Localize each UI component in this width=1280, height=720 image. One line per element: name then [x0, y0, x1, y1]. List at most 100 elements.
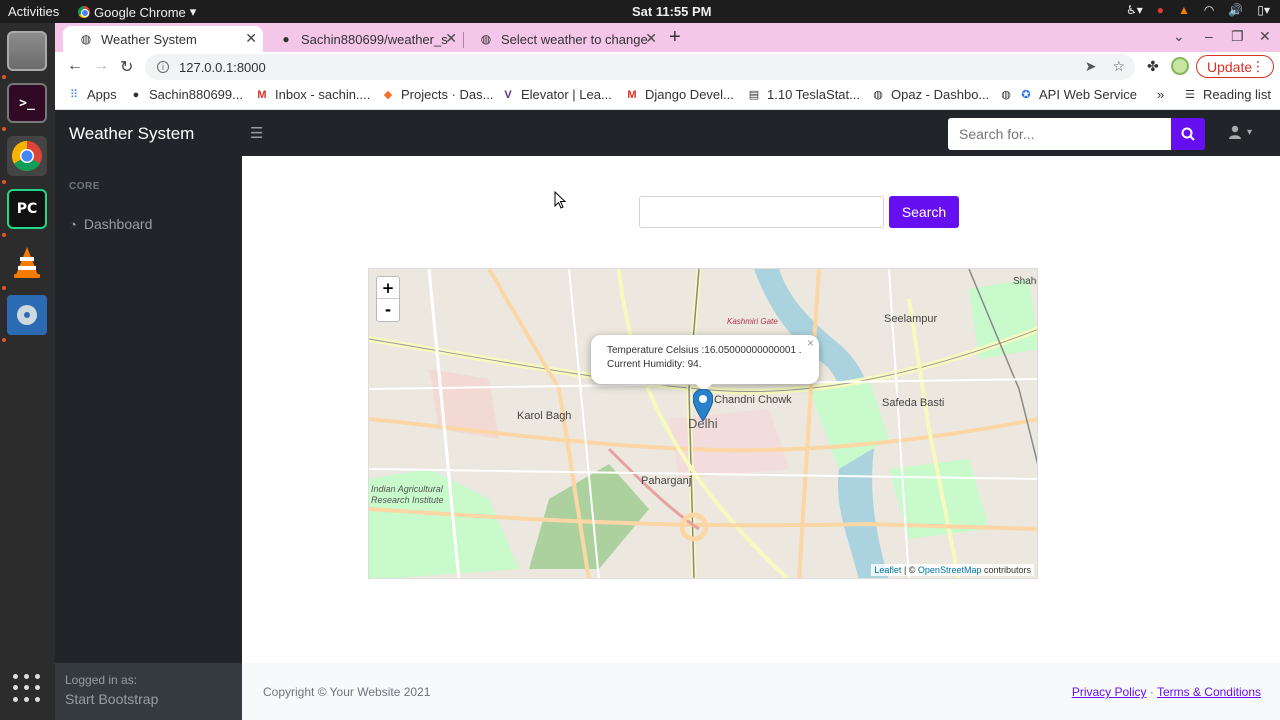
video-app-icon[interactable] — [7, 295, 47, 335]
os-top-bar: Activities Google Chrome ▾ Sat 11:55 PM … — [0, 0, 1280, 23]
calendar-icon: ▤ — [748, 89, 760, 101]
bookmark-django[interactable]: M Django Devel... — [625, 87, 734, 102]
accessibility-icon[interactable]: ♿▾ — [1126, 3, 1143, 17]
url-text: 127.0.0.1:8000 — [179, 59, 266, 75]
chrome-app-icon[interactable] — [7, 136, 47, 176]
map-label: Shahd — [1013, 276, 1037, 287]
osm-link[interactable]: OpenStreetMap — [918, 565, 982, 575]
map-label: Karol Bagh — [517, 410, 572, 422]
vlc-tray-icon[interactable]: ▲ — [1178, 3, 1190, 17]
wifi-icon[interactable]: ◠ — [1204, 3, 1214, 17]
bookmarks-bar: ⠿ Apps ● Sachin880699... M Inbox - sachi… — [55, 82, 1280, 110]
zoom-in-button[interactable]: + — [377, 277, 399, 299]
address-bar[interactable]: i 127.0.0.1:8000 ➤ ☆ — [145, 54, 1135, 80]
show-applications-button[interactable] — [12, 673, 42, 703]
mouse-cursor-icon — [554, 191, 566, 209]
battery-icon[interactable]: ▯▾ — [1257, 3, 1270, 17]
dock: >_ PC — [0, 23, 55, 720]
bookmark-elevator[interactable]: V Elevator | Lea... — [501, 87, 612, 102]
github-icon: ● — [132, 88, 140, 101]
system-tray[interactable]: ♿▾ ● ▲ ◠ 🔊 ▯▾ — [1126, 3, 1270, 17]
navbar-search-input[interactable] — [948, 118, 1171, 150]
bookmark-label: Opaz - Dashbo... — [891, 87, 990, 102]
reload-icon[interactable]: ↻ — [120, 57, 133, 77]
bookmark-api[interactable]: ◍ ✪ API Web Service — [999, 87, 1137, 102]
forward-arrow-icon[interactable]: → — [93, 57, 109, 75]
weather-map[interactable]: Seelampur Chandni Chowk Delhi Karol Bagh… — [368, 268, 1038, 579]
bookmark-projects[interactable]: ◆ Projects · Das... — [381, 87, 494, 102]
privacy-policy-link[interactable]: Privacy Policy — [1072, 685, 1147, 699]
bookmark-apps[interactable]: ⠿ Apps — [67, 87, 117, 102]
update-button[interactable]: Update ⋮ — [1196, 55, 1274, 78]
map-label: Chandni Chowk — [714, 394, 792, 406]
send-icon[interactable]: ➤ — [1085, 58, 1097, 75]
zoom-out-button[interactable]: - — [377, 299, 399, 321]
tab-weather-system[interactable]: ◍ Weather System ✕ — [63, 26, 263, 52]
browser-toolbar: ← → ↻ i 127.0.0.1:8000 ➤ ☆ ✤ Update ⋮ — [55, 52, 1280, 82]
app-name: Google Chrome — [94, 4, 186, 20]
reading-list-button[interactable]: ☰ Reading list — [1183, 87, 1271, 102]
profile-avatar[interactable] — [1171, 57, 1189, 75]
map-marker-icon[interactable] — [693, 389, 713, 421]
logged-in-user: Start Bootstrap — [65, 691, 159, 707]
close-icon[interactable]: ✕ — [445, 30, 457, 47]
vlc-app-icon[interactable] — [7, 242, 47, 282]
tab-select-weather[interactable]: ◍ Select weather to change ✕ — [463, 26, 663, 52]
files-app-icon[interactable] — [7, 31, 47, 71]
running-indicator — [2, 75, 6, 79]
terms-link[interactable]: Terms & Conditions — [1157, 685, 1261, 699]
navbar-search-button[interactable] — [1171, 118, 1205, 150]
tab-github[interactable]: ● Sachin880699/weather_s ✕ — [263, 26, 463, 52]
bookmark-label: Apps — [87, 87, 117, 102]
map-label: Indian Agricultural Research Institute — [371, 484, 444, 505]
back-arrow-icon[interactable]: ← — [67, 57, 83, 75]
volume-icon[interactable]: 🔊 — [1228, 3, 1243, 17]
leaflet-link[interactable]: Leaflet — [874, 565, 901, 575]
bookmark-inbox[interactable]: M Inbox - sachin.... — [255, 87, 370, 102]
page-footer: Copyright © Your Website 2021 Privacy Po… — [242, 663, 1280, 720]
window-close-icon[interactable]: ✕ — [1259, 28, 1271, 45]
bookmark-github[interactable]: ● Sachin880699... — [129, 87, 243, 102]
close-icon[interactable]: ✕ — [645, 30, 657, 47]
search-icon — [1181, 127, 1195, 141]
city-search-input[interactable] — [639, 196, 884, 228]
caret-down-icon: ▾ — [1247, 126, 1253, 138]
terminal-app-icon[interactable]: >_ — [7, 83, 47, 123]
sidebar-toggle-icon[interactable]: ☰ — [250, 124, 263, 142]
tab-title: Select weather to change — [501, 31, 648, 47]
minimize-icon[interactable]: – — [1205, 28, 1213, 44]
pycharm-app-icon[interactable]: PC — [7, 189, 47, 229]
tab-title: Weather System — [101, 31, 197, 47]
user-dropdown[interactable]: ▾ — [1228, 125, 1252, 139]
sidebar-item-dashboard[interactable]: ◔ Dashboard — [69, 216, 152, 232]
bookmark-tesla[interactable]: ▤ 1.10 TeslaStat... — [747, 87, 860, 102]
brand-link[interactable]: Weather System — [69, 124, 194, 144]
app-menu[interactable]: Google Chrome ▾ — [78, 4, 196, 20]
bookmark-label: Sachin880699... — [149, 87, 243, 102]
bookmark-star-icon[interactable]: ☆ — [1112, 58, 1125, 75]
chevron-down-icon: ▾ — [189, 4, 197, 19]
globe-icon: ◍ — [873, 89, 883, 101]
map-label: Safeda Basti — [882, 397, 945, 409]
running-indicator — [2, 180, 6, 184]
bookmark-label: API Web Service — [1039, 87, 1138, 102]
tab-search-icon[interactable]: ⌄ — [1173, 28, 1185, 45]
sidebar-item-label: Dashboard — [83, 216, 153, 232]
gitlab-icon: ◆ — [383, 89, 393, 101]
close-icon[interactable]: ✕ — [245, 30, 257, 47]
more-bookmarks-chevron[interactable]: » — [1157, 87, 1164, 102]
restore-icon[interactable]: ❐ — [1231, 28, 1244, 45]
chrome-logo-icon — [11, 141, 42, 172]
elevator-icon: V — [504, 88, 512, 101]
bookmark-label: Django Devel... — [645, 87, 734, 102]
activities-button[interactable]: Activities — [8, 4, 59, 19]
record-icon[interactable]: ● — [1157, 3, 1164, 17]
clock[interactable]: Sat 11:55 PM — [632, 4, 712, 19]
bookmark-opaz[interactable]: ◍ Opaz - Dashbo... — [871, 87, 989, 102]
close-icon[interactable]: × — [807, 336, 814, 350]
running-indicator — [2, 233, 6, 237]
extensions-puzzle-icon[interactable]: ✤ — [1147, 58, 1159, 75]
search-button[interactable]: Search — [889, 196, 959, 228]
info-icon[interactable]: i — [157, 61, 169, 73]
new-tab-button[interactable]: + — [669, 26, 681, 49]
